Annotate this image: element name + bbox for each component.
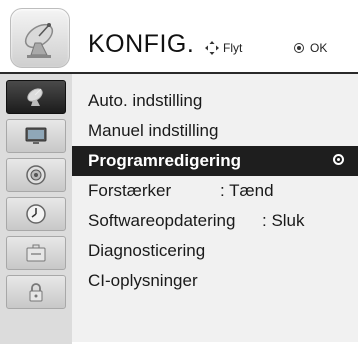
menu-item-label: Manuel indstilling [88,121,219,140]
ok-circle-icon [333,154,344,165]
sidebar-item-time[interactable] [6,197,66,231]
monitor-icon [25,127,47,144]
sidebar-item-option[interactable] [6,236,66,270]
sidebar-item-audio[interactable] [6,158,66,192]
clock-icon [26,204,46,224]
settings-osd: KONFIG. Flyt OK Auto. indstilling Manuel… [0,0,358,344]
sidebar-item-picture[interactable] [6,119,66,153]
settings-menu: Auto. indstilling Manuel indstilling Pro… [72,72,358,342]
speaker-icon [26,165,46,185]
menu-item-label: CI-oplysninger [88,271,198,290]
sidebar-item-setup[interactable] [6,80,66,114]
menu-item-label: Softwareopdatering [88,211,236,230]
menu-item-manual-tuning[interactable]: Manuel indstilling [72,116,358,146]
menu-item-label: Diagnosticering [88,241,206,260]
menu-title: KONFIG. [88,30,195,58]
menu-item-value: : Tænd [220,181,274,200]
menu-item-label: Programredigering [88,151,242,170]
four-way-arrow-icon [205,41,219,55]
menu-header: KONFIG. Flyt OK [0,0,358,72]
menu-item-software-update[interactable]: Softwareopdatering : Sluk [72,206,358,236]
category-sidebar [0,72,72,344]
toolbox-icon [26,244,46,262]
menu-item-label: Auto. indstilling [88,91,203,110]
satellite-dish-icon [10,8,70,68]
move-hint: Flyt [205,41,242,55]
menu-item-label: Forstærker [88,181,172,200]
satellite-dish-icon [27,88,43,106]
ok-hint: OK [294,41,327,55]
menu-item-ci-information[interactable]: CI-oplysninger [72,266,358,296]
menu-item-booster[interactable]: Forstærker : Tænd [72,176,358,206]
menu-item-value: : Sluk [262,211,305,230]
ok-circle-icon [294,43,304,53]
lock-icon [29,283,43,302]
move-hint-label: Flyt [223,41,243,55]
sidebar-item-lock[interactable] [6,275,66,309]
menu-item-diagnostics[interactable]: Diagnosticering [72,236,358,266]
menu-item-programme-edit[interactable]: Programredigering [72,146,358,176]
ok-hint-label: OK [310,41,328,55]
menu-item-auto-tuning[interactable]: Auto. indstilling [72,86,358,116]
